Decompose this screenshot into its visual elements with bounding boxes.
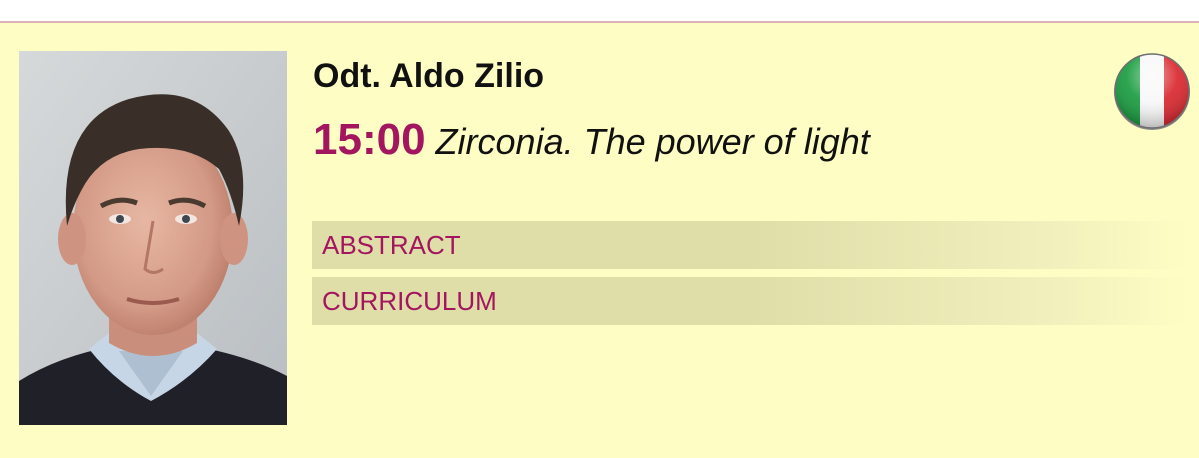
speaker-card: Odt. Aldo Zilio 15:00 Zirconia. The power… — [0, 23, 1199, 458]
talk-line: 15:00 Zirconia. The power of light — [313, 115, 870, 165]
speaker-name: Odt. Aldo Zilio — [313, 57, 545, 95]
talk-time: 15:00 — [313, 115, 426, 164]
abstract-link[interactable]: ABSTRACT — [312, 221, 1194, 269]
top-divider — [0, 0, 1199, 23]
curriculum-link-label: CURRICULUM — [322, 286, 497, 316]
speaker-photo — [19, 51, 287, 425]
italy-flag-icon — [1112, 51, 1192, 131]
talk-title: Zirconia. The power of light — [435, 121, 870, 162]
curriculum-link[interactable]: CURRICULUM — [312, 277, 1194, 325]
abstract-link-label: ABSTRACT — [322, 230, 461, 260]
